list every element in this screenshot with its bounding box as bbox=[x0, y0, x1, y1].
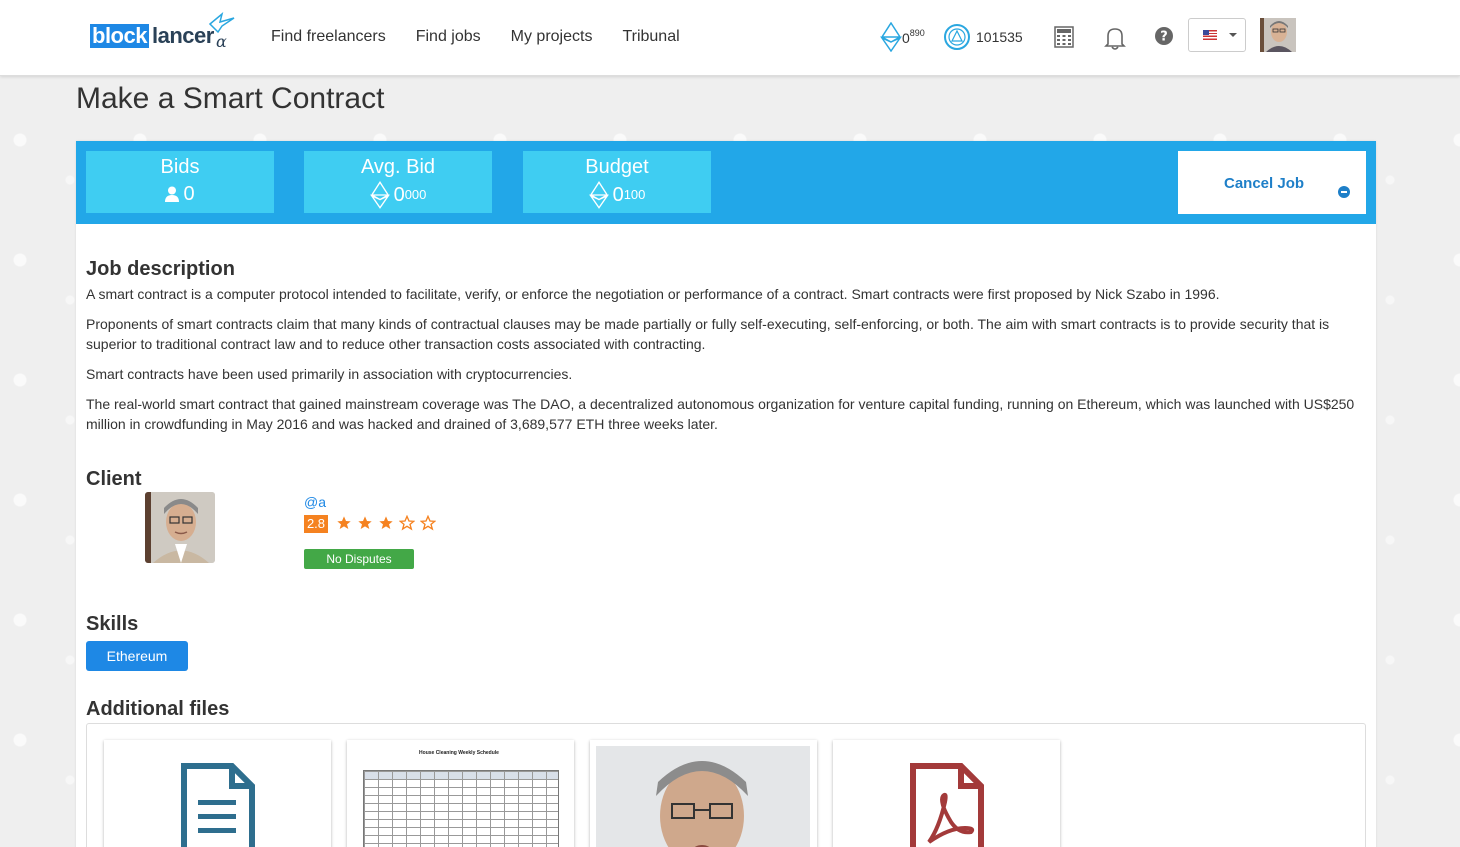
nav-find-freelancers[interactable]: Find freelancers bbox=[271, 28, 386, 46]
photo-thumbnail bbox=[596, 746, 810, 847]
nav-my-projects[interactable]: My projects bbox=[511, 28, 593, 46]
minus-circle-icon bbox=[1338, 186, 1350, 198]
job-description-paragraph: Smart contracts have been used primarily… bbox=[86, 366, 573, 382]
bids-stat: Bids 0 bbox=[86, 151, 274, 213]
job-stats-bar: Bids 0 Avg. Bid 0 000 Budget 0 100 Cancel … bbox=[76, 141, 1376, 224]
file-pdf[interactable] bbox=[833, 740, 1060, 847]
cancel-job-button[interactable]: Cancel Job bbox=[1178, 151, 1366, 214]
file-image[interactable] bbox=[590, 740, 817, 847]
main-nav: Find freelancers Find jobs My projects T… bbox=[271, 28, 710, 46]
job-description-paragraph: A smart contract is a computer protocol … bbox=[86, 286, 1220, 302]
skill-tag-ethereum[interactable]: Ethereum bbox=[86, 641, 188, 671]
budget-value: 0 bbox=[612, 184, 624, 206]
avg-bid-decimals: 000 bbox=[404, 187, 427, 202]
star-empty-icon bbox=[419, 514, 437, 536]
chevron-down-icon bbox=[1229, 33, 1237, 37]
file-spreadsheet[interactable]: House Cleaning Weekly Schedule bbox=[347, 740, 574, 847]
logo-alpha-text: α bbox=[216, 32, 227, 51]
budget-stat: Budget 0 100 bbox=[523, 151, 711, 213]
job-description-heading: Job description bbox=[86, 258, 235, 280]
pdf-icon bbox=[910, 763, 984, 847]
rating-stars bbox=[336, 514, 441, 536]
skills-heading: Skills bbox=[86, 613, 139, 635]
user-avatar[interactable] bbox=[1260, 18, 1296, 52]
client-heading: Client bbox=[86, 468, 142, 490]
logo-lancer-text: lancer bbox=[152, 23, 214, 48]
page-title: Make a Smart Contract bbox=[76, 82, 385, 115]
spreadsheet-preview: House Cleaning Weekly Schedule bbox=[359, 750, 559, 847]
additional-files-heading: Additional files bbox=[86, 698, 230, 720]
nav-tribunal[interactable]: Tribunal bbox=[622, 28, 679, 46]
spreadsheet-title: House Cleaning Weekly Schedule bbox=[419, 750, 499, 756]
no-disputes-badge: No Disputes bbox=[304, 549, 414, 569]
ethereum-icon bbox=[369, 181, 390, 209]
avg-bid-stat: Avg. Bid 0 000 bbox=[304, 151, 492, 213]
job-description-paragraph: Proponents of smart contracts claim that… bbox=[86, 316, 1330, 352]
eth-balance[interactable]: 0890 bbox=[880, 22, 925, 52]
token-balance-value: 101535 bbox=[976, 29, 1023, 45]
budget-decimals: 100 bbox=[623, 187, 646, 202]
star-filled-icon bbox=[336, 515, 352, 536]
notifications-bell-icon[interactable] bbox=[1104, 26, 1126, 55]
budget-label: Budget bbox=[585, 156, 649, 178]
blocklancer-token-icon bbox=[944, 24, 970, 50]
avg-bid-label: Avg. Bid bbox=[360, 156, 436, 178]
user-icon bbox=[165, 186, 180, 202]
star-filled-icon bbox=[378, 515, 394, 536]
avg-bid-value: 0 bbox=[393, 184, 405, 206]
cancel-job-label: Cancel Job bbox=[1224, 175, 1305, 192]
svg-text:?: ? bbox=[1160, 30, 1168, 45]
top-navbar: block lancer α Find freelancers Find job… bbox=[0, 0, 1460, 76]
client-avatar[interactable] bbox=[145, 492, 215, 563]
job-description-paragraph: The real-world smart contract that gaine… bbox=[86, 396, 1355, 432]
client-username-link[interactable]: @a bbox=[304, 494, 326, 510]
language-selector[interactable] bbox=[1188, 18, 1246, 52]
eth-balance-value: 0 bbox=[902, 30, 910, 46]
eth-balance-decimals: 890 bbox=[909, 28, 925, 38]
rating-badge: 2.8 bbox=[304, 515, 328, 533]
blocklancer-logo[interactable]: block lancer α bbox=[90, 12, 240, 54]
bids-label: Bids bbox=[160, 156, 200, 178]
files-container: House Cleaning Weekly Schedule bbox=[86, 723, 1366, 847]
nav-find-jobs[interactable]: Find jobs bbox=[416, 28, 481, 46]
logo-block-text: block bbox=[90, 23, 149, 48]
file-document[interactable] bbox=[104, 740, 331, 847]
help-icon[interactable]: ? bbox=[1154, 26, 1174, 51]
bird-icon bbox=[208, 12, 235, 34]
token-balance[interactable]: 101535 bbox=[942, 22, 1023, 52]
star-empty-icon bbox=[398, 514, 416, 536]
spreadsheet-grid bbox=[363, 770, 559, 847]
bids-value: 0 bbox=[183, 183, 195, 205]
us-flag-icon bbox=[1203, 30, 1217, 40]
ethereum-icon bbox=[588, 181, 609, 209]
job-card: Bids 0 Avg. Bid 0 000 Budget 0 100 Cancel … bbox=[76, 141, 1376, 847]
ethereum-icon bbox=[880, 22, 902, 52]
document-icon bbox=[181, 763, 255, 847]
calculator-icon[interactable] bbox=[1054, 26, 1074, 53]
star-filled-icon bbox=[357, 515, 373, 536]
